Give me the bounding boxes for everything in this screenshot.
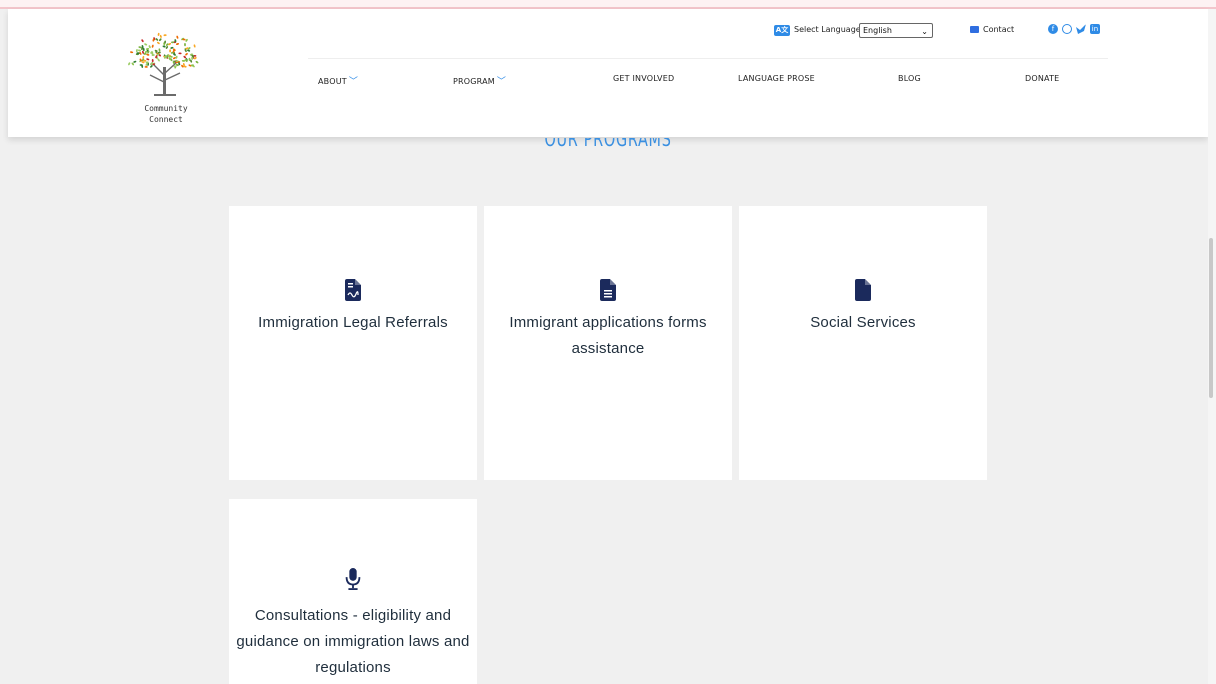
file-icon	[855, 279, 871, 301]
nav-item-language-prose[interactable]: LANGUAGE PROSE	[738, 74, 815, 83]
utility-bar: A文 Select Language English ⌄ Contact f i…	[308, 23, 1108, 43]
program-card-legal-referrals[interactable]: Immigration Legal Referrals	[229, 206, 477, 480]
nav-label: GET INVOLVED	[613, 74, 675, 83]
translate-icon: A文	[774, 25, 790, 36]
linkedin-icon[interactable]: in	[1090, 24, 1100, 34]
program-card-social-services[interactable]: Social Services	[739, 206, 987, 480]
envelope-icon[interactable]	[970, 26, 979, 33]
nav-item-donate[interactable]: DONATE	[1025, 74, 1059, 83]
top-accent-bar	[0, 0, 1216, 9]
instagram-icon[interactable]	[1062, 24, 1072, 34]
contact-link[interactable]: Contact	[983, 25, 1014, 34]
nav-item-program[interactable]: PROGRAM ﹀	[453, 74, 506, 87]
logo-text: Community Connect	[144, 104, 188, 124]
language-select-value: English	[863, 26, 892, 35]
chevron-down-icon: ﹀	[348, 77, 359, 87]
facebook-icon[interactable]: f	[1048, 24, 1058, 34]
nav-item-about[interactable]: ABOUT ﹀	[318, 74, 358, 87]
nav-label: BLOG	[898, 74, 921, 83]
program-title: Social Services	[810, 314, 916, 331]
language-select[interactable]: English ⌄	[859, 23, 933, 38]
program-title: Immigrant applications forms assistance	[509, 314, 707, 357]
microphone-icon	[345, 568, 361, 590]
nav-divider	[308, 58, 1108, 59]
program-title: Consultations - eligibility and guidance…	[236, 607, 470, 676]
tree-logo-icon	[128, 32, 199, 96]
nav-label: LANGUAGE PROSE	[738, 74, 815, 83]
chevron-down-icon: ⌄	[921, 27, 928, 36]
nav-label: ABOUT	[318, 77, 347, 86]
site-header: Community Connect A文 Select Language Eng…	[8, 9, 1208, 137]
nav-item-blog[interactable]: BLOG	[898, 74, 921, 83]
nav-label: PROGRAM	[453, 77, 495, 86]
file-lines-icon	[600, 279, 616, 301]
scrollbar-thumb[interactable]	[1209, 238, 1213, 398]
program-card-consultations[interactable]: Consultations - eligibility and guidance…	[229, 499, 477, 684]
chevron-down-icon: ﹀	[496, 77, 507, 87]
site-logo[interactable]: Community Connect	[124, 27, 204, 137]
file-signature-icon	[345, 279, 361, 301]
nav-item-get-involved[interactable]: GET INVOLVED	[613, 74, 674, 83]
twitter-icon[interactable]	[1076, 24, 1086, 34]
social-links: f in	[1048, 24, 1100, 36]
nav-label: DONATE	[1025, 74, 1060, 83]
program-card-forms-assistance[interactable]: Immigrant applications forms assistance	[484, 206, 732, 480]
program-title: Immigration Legal Referrals	[258, 314, 448, 331]
language-label: Select Language	[794, 25, 861, 34]
